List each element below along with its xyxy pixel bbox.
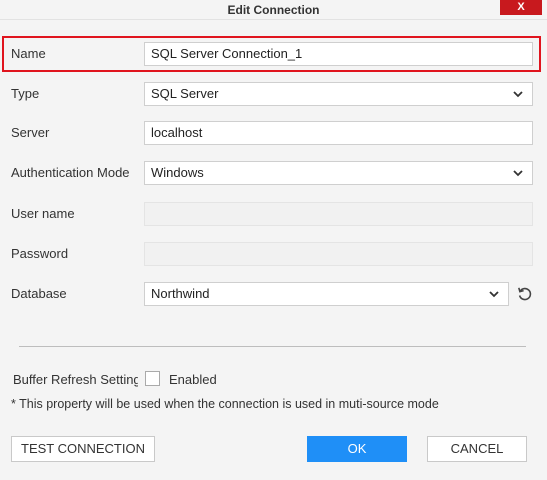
password-row: Password — [0, 239, 547, 269]
test-connection-button[interactable]: TEST CONNECTION — [11, 436, 155, 462]
buffer-row: Buffer Refresh Settings — [0, 364, 547, 392]
type-select[interactable]: SQL Server — [144, 82, 533, 106]
type-select-value: SQL Server — [151, 86, 219, 101]
auth-select[interactable]: Windows — [144, 161, 533, 185]
chevron-down-icon — [513, 170, 523, 177]
ok-button[interactable]: OK — [307, 436, 407, 462]
username-label: User name — [11, 206, 75, 221]
auth-select-value: Windows — [151, 165, 204, 180]
username-row: User name — [0, 199, 547, 229]
enabled-label: Enabled — [169, 372, 217, 387]
buffer-label: Buffer Refresh Settings — [13, 372, 138, 387]
chevron-down-icon — [513, 91, 523, 98]
server-row: Server localhost — [0, 118, 547, 148]
name-label: Name — [11, 46, 46, 61]
title-bar: Edit Connection X — [0, 0, 547, 20]
section-divider — [19, 346, 526, 347]
refresh-icon[interactable] — [516, 285, 534, 303]
auth-row: Authentication Mode Windows — [0, 158, 547, 188]
password-label: Password — [11, 246, 69, 261]
chevron-down-icon — [489, 291, 499, 298]
name-input[interactable]: SQL Server Connection_1 — [144, 42, 533, 66]
username-input[interactable] — [144, 202, 533, 226]
enabled-checkbox[interactable] — [145, 371, 160, 386]
dialog-title: Edit Connection — [227, 3, 320, 17]
database-row: Database Northwind — [0, 279, 547, 309]
database-label: Database — [11, 286, 67, 301]
auth-label: Authentication Mode — [11, 165, 130, 180]
server-input[interactable]: localhost — [144, 121, 533, 145]
database-select[interactable]: Northwind — [144, 282, 509, 306]
cancel-button[interactable]: CANCEL — [427, 436, 527, 462]
type-row: Type SQL Server — [0, 79, 547, 109]
database-select-value: Northwind — [151, 286, 210, 301]
buffer-note: * This property will be used when the co… — [11, 397, 439, 411]
server-label: Server — [11, 125, 50, 140]
password-input[interactable] — [144, 242, 533, 266]
close-button[interactable]: X — [500, 0, 542, 15]
type-label: Type — [11, 86, 40, 101]
name-row: Name SQL Server Connection_1 — [0, 39, 547, 69]
